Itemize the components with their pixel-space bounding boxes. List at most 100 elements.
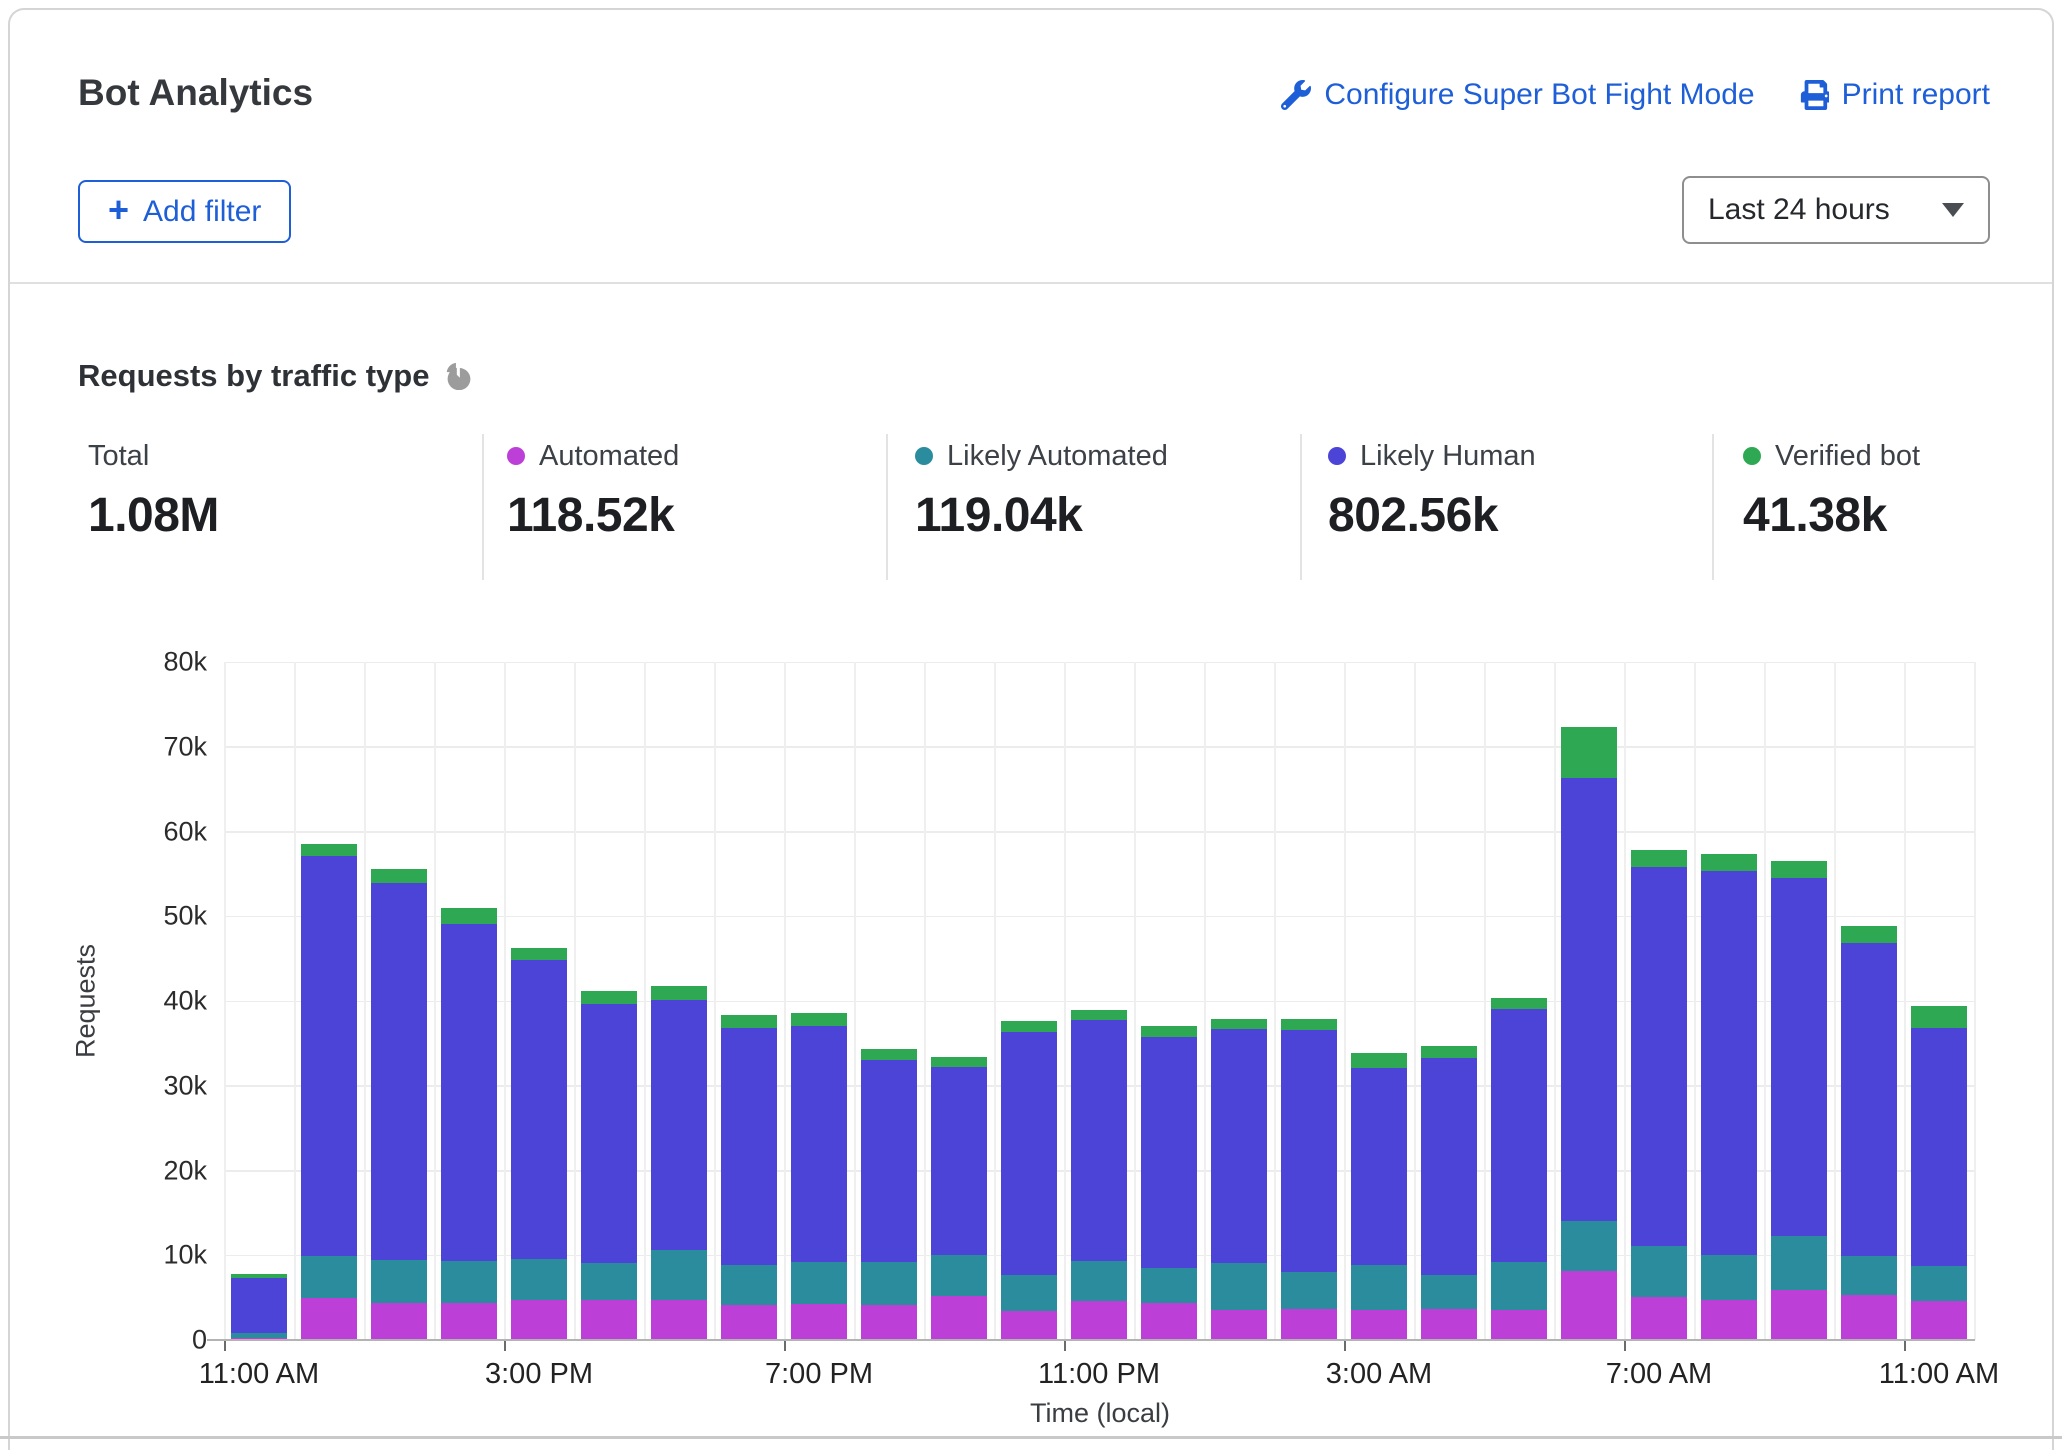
chart-bar[interactable]: [1071, 662, 1127, 1340]
bar-segment-automated[interactable]: [721, 1305, 777, 1340]
chart-bar[interactable]: [1141, 662, 1197, 1340]
bar-segment-likely_automated[interactable]: [1771, 1236, 1827, 1290]
bar-segment-verified_bot[interactable]: [1211, 1019, 1267, 1029]
bar-segment-likely_human[interactable]: [301, 856, 357, 1256]
bar-segment-likely_automated[interactable]: [511, 1259, 567, 1301]
bar-segment-automated[interactable]: [1631, 1297, 1687, 1340]
bar-segment-verified_bot[interactable]: [1561, 727, 1617, 778]
bar-segment-automated[interactable]: [1421, 1309, 1477, 1340]
bar-segment-likely_automated[interactable]: [1141, 1268, 1197, 1302]
bar-segment-automated[interactable]: [1071, 1301, 1127, 1340]
bar-segment-automated[interactable]: [441, 1303, 497, 1340]
bar-segment-verified_bot[interactable]: [511, 948, 567, 961]
bar-segment-likely_human[interactable]: [231, 1278, 287, 1333]
stat-total[interactable]: Total1.08M: [88, 438, 219, 543]
bar-segment-automated[interactable]: [1701, 1300, 1757, 1340]
bar-segment-automated[interactable]: [1561, 1271, 1617, 1340]
bar-segment-likely_human[interactable]: [1141, 1037, 1197, 1269]
chart-bar[interactable]: [1771, 662, 1827, 1340]
bar-segment-likely_human[interactable]: [861, 1060, 917, 1262]
bar-segment-automated[interactable]: [511, 1300, 567, 1340]
bar-segment-automated[interactable]: [1281, 1309, 1337, 1340]
bar-segment-verified_bot[interactable]: [791, 1013, 847, 1026]
chart-bar[interactable]: [511, 662, 567, 1340]
bar-segment-likely_automated[interactable]: [1211, 1263, 1267, 1310]
bar-segment-likely_human[interactable]: [1071, 1020, 1127, 1262]
print-report-link[interactable]: Print report: [1799, 78, 1990, 112]
bar-segment-likely_automated[interactable]: [1421, 1275, 1477, 1309]
chart-bar[interactable]: [1281, 662, 1337, 1340]
bar-segment-verified_bot[interactable]: [371, 869, 427, 883]
time-range-select[interactable]: Last 24 hours: [1682, 176, 1990, 244]
bar-segment-likely_human[interactable]: [581, 1004, 637, 1262]
bar-segment-verified_bot[interactable]: [651, 986, 707, 1000]
bar-segment-likely_automated[interactable]: [651, 1250, 707, 1300]
bar-segment-likely_human[interactable]: [1001, 1032, 1057, 1275]
configure-super-bot-fight-mode-link[interactable]: Configure Super Bot Fight Mode: [1281, 78, 1754, 112]
chart-bar[interactable]: [581, 662, 637, 1340]
bar-segment-likely_automated[interactable]: [301, 1256, 357, 1298]
bar-segment-likely_human[interactable]: [511, 960, 567, 1258]
bar-segment-likely_human[interactable]: [1491, 1009, 1547, 1261]
bar-segment-verified_bot[interactable]: [861, 1049, 917, 1060]
bar-segment-likely_human[interactable]: [1771, 878, 1827, 1236]
bar-segment-verified_bot[interactable]: [301, 844, 357, 856]
bar-segment-automated[interactable]: [1141, 1303, 1197, 1340]
chart-bar[interactable]: [1211, 662, 1267, 1340]
bar-segment-verified_bot[interactable]: [721, 1015, 777, 1028]
bar-segment-likely_automated[interactable]: [791, 1262, 847, 1304]
bar-segment-likely_automated[interactable]: [721, 1265, 777, 1305]
bar-segment-verified_bot[interactable]: [581, 991, 637, 1005]
bar-segment-automated[interactable]: [1001, 1311, 1057, 1340]
bar-segment-automated[interactable]: [1841, 1295, 1897, 1340]
bar-segment-automated[interactable]: [1771, 1290, 1827, 1340]
chart-bar[interactable]: [1561, 662, 1617, 1340]
bar-segment-likely_human[interactable]: [1211, 1029, 1267, 1263]
bar-segment-likely_automated[interactable]: [1631, 1246, 1687, 1297]
bar-segment-automated[interactable]: [1491, 1310, 1547, 1341]
bar-segment-likely_human[interactable]: [1701, 871, 1757, 1254]
bar-segment-automated[interactable]: [1911, 1301, 1967, 1340]
bar-segment-automated[interactable]: [301, 1298, 357, 1340]
chart-bar[interactable]: [791, 662, 847, 1340]
bar-segment-verified_bot[interactable]: [1071, 1010, 1127, 1020]
chart-bar[interactable]: [1001, 662, 1057, 1340]
bar-segment-verified_bot[interactable]: [1841, 926, 1897, 943]
bar-segment-likely_human[interactable]: [791, 1026, 847, 1262]
chart-bar[interactable]: [651, 662, 707, 1340]
chart-bar[interactable]: [1421, 662, 1477, 1340]
bar-segment-verified_bot[interactable]: [1351, 1053, 1407, 1068]
bar-segment-likely_automated[interactable]: [931, 1255, 987, 1296]
bar-segment-automated[interactable]: [931, 1296, 987, 1340]
bar-segment-automated[interactable]: [861, 1305, 917, 1340]
bar-segment-likely_human[interactable]: [1281, 1030, 1337, 1272]
bar-segment-verified_bot[interactable]: [231, 1274, 287, 1278]
bar-segment-verified_bot[interactable]: [441, 908, 497, 924]
chart-bar[interactable]: [1491, 662, 1547, 1340]
bar-segment-verified_bot[interactable]: [1141, 1026, 1197, 1036]
chart-bar[interactable]: [231, 662, 287, 1340]
bar-segment-likely_automated[interactable]: [581, 1263, 637, 1300]
bar-segment-likely_human[interactable]: [1351, 1068, 1407, 1265]
bar-segment-verified_bot[interactable]: [1631, 850, 1687, 867]
bar-segment-verified_bot[interactable]: [1001, 1021, 1057, 1032]
bar-segment-automated[interactable]: [1351, 1310, 1407, 1341]
chart-bar[interactable]: [931, 662, 987, 1340]
stat-verified-bot[interactable]: Verified bot41.38k: [1743, 438, 1920, 543]
bar-segment-likely_automated[interactable]: [371, 1260, 427, 1303]
bar-segment-verified_bot[interactable]: [1421, 1046, 1477, 1058]
chart-bar[interactable]: [861, 662, 917, 1340]
bar-segment-verified_bot[interactable]: [1281, 1019, 1337, 1030]
bar-segment-likely_human[interactable]: [1841, 943, 1897, 1257]
bar-segment-likely_automated[interactable]: [231, 1333, 287, 1338]
bar-segment-verified_bot[interactable]: [931, 1057, 987, 1067]
bar-segment-likely_automated[interactable]: [1071, 1261, 1127, 1301]
bar-segment-likely_automated[interactable]: [1701, 1255, 1757, 1300]
bar-segment-likely_human[interactable]: [1911, 1028, 1967, 1266]
bar-segment-likely_automated[interactable]: [1001, 1275, 1057, 1311]
stat-automated[interactable]: Automated118.52k: [507, 438, 679, 543]
bar-segment-likely_human[interactable]: [1561, 778, 1617, 1221]
bar-segment-likely_automated[interactable]: [1491, 1262, 1547, 1310]
bar-segment-likely_automated[interactable]: [861, 1262, 917, 1305]
bar-segment-verified_bot[interactable]: [1911, 1006, 1967, 1028]
